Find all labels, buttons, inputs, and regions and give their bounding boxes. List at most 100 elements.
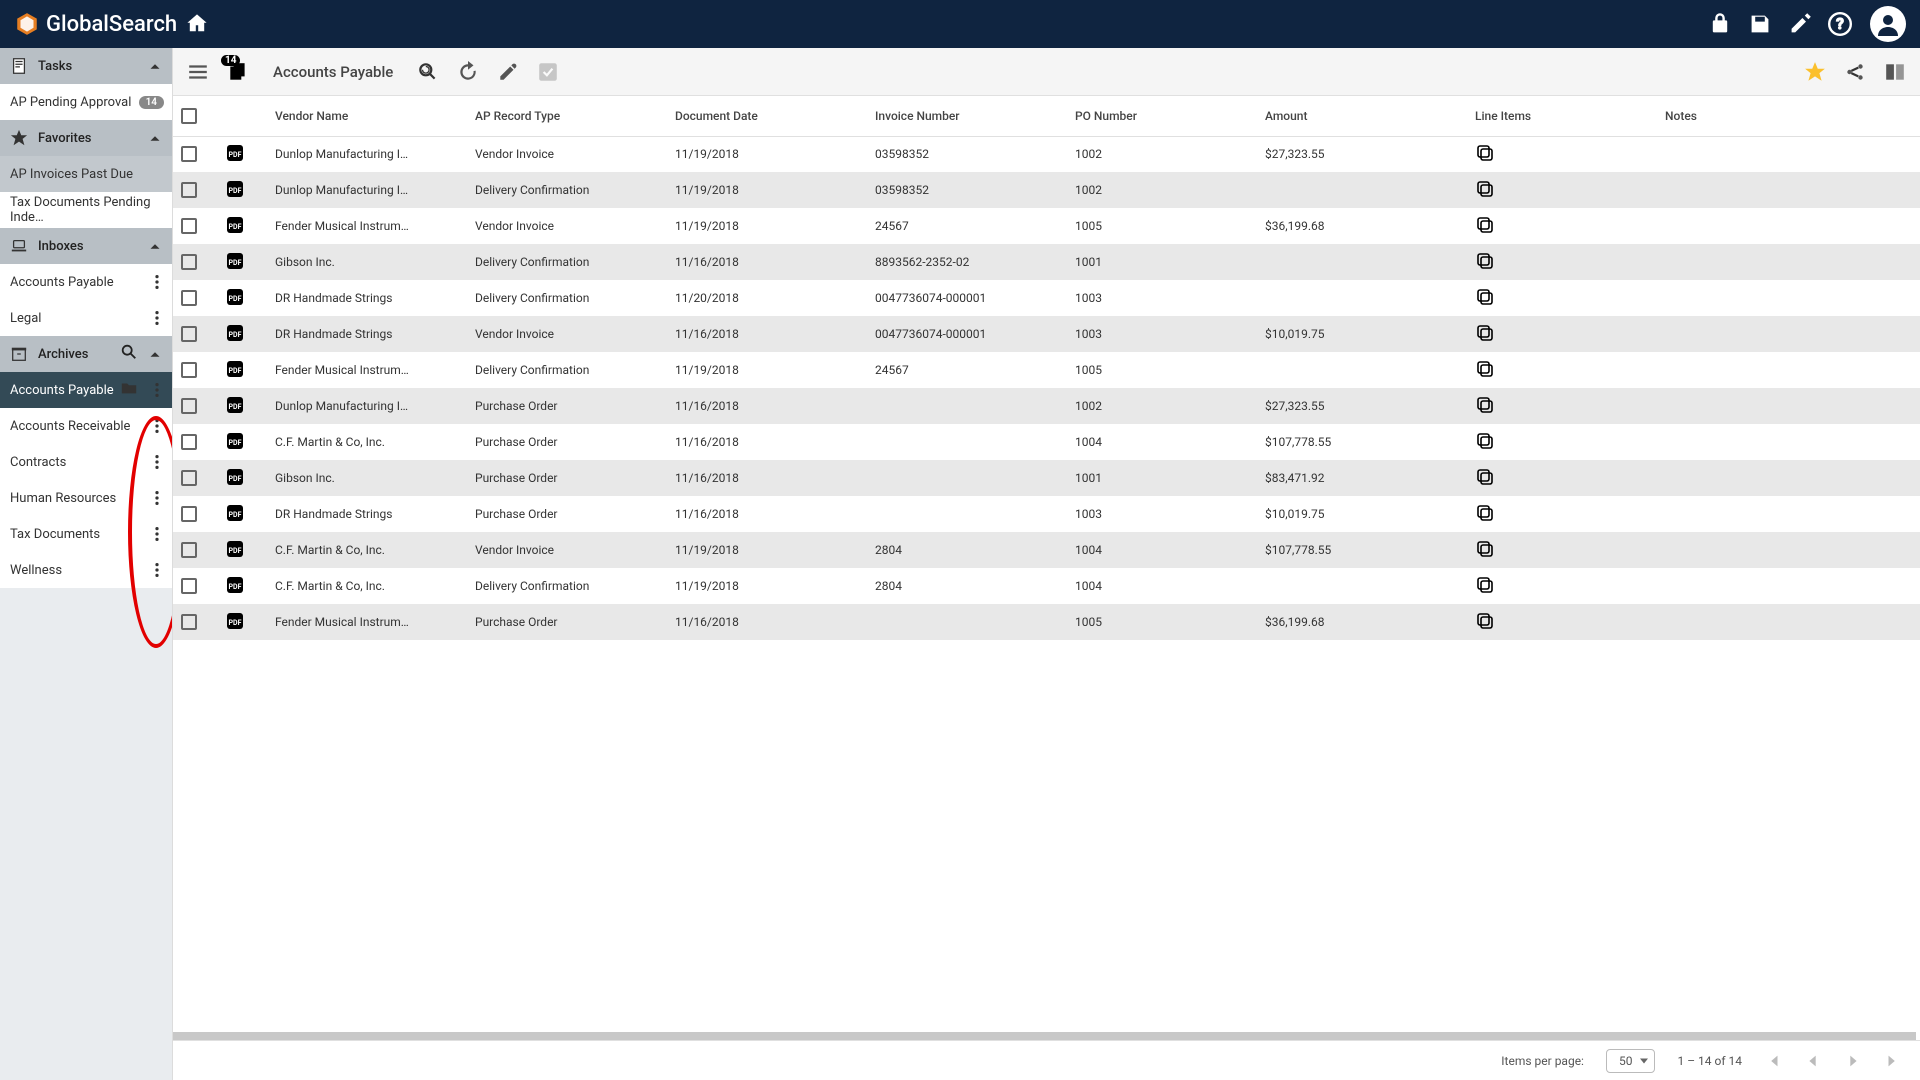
row-checkbox[interactable] <box>173 568 217 604</box>
doc-type-icon[interactable] <box>217 532 267 568</box>
row-checkbox[interactable] <box>173 136 217 172</box>
page-size-select[interactable]: 50 <box>1606 1049 1656 1073</box>
table-row[interactable]: Gibson Inc.Purchase Order11/16/20181001$… <box>173 460 1920 496</box>
columns-icon[interactable] <box>1884 61 1906 83</box>
table-row[interactable]: Fender Musical Instrum…Purchase Order11/… <box>173 604 1920 640</box>
table-row[interactable]: Gibson Inc.Delivery Confirmation11/16/20… <box>173 244 1920 280</box>
table-row[interactable]: Dunlop Manufacturing I…Vendor Invoice11/… <box>173 136 1920 172</box>
sidebar-item-inbox-legal[interactable]: Legal <box>0 300 172 336</box>
table-row[interactable]: DR Handmade StringsDelivery Confirmation… <box>173 280 1920 316</box>
table-row[interactable]: DR Handmade StringsPurchase Order11/16/2… <box>173 496 1920 532</box>
doc-type-icon[interactable] <box>217 208 267 244</box>
table-row[interactable]: C.F. Martin & Co, Inc.Delivery Confirmat… <box>173 568 1920 604</box>
row-checkbox[interactable] <box>173 388 217 424</box>
row-checkbox[interactable] <box>173 496 217 532</box>
compose-icon[interactable] <box>1788 12 1812 36</box>
cell-lines[interactable] <box>1467 460 1657 496</box>
more-icon[interactable] <box>148 453 166 471</box>
search-icon[interactable] <box>120 343 138 365</box>
sidebar-section-inboxes[interactable]: Inboxes <box>0 228 172 264</box>
sidebar-item-archive[interactable]: Human Resources <box>0 480 172 516</box>
row-checkbox[interactable] <box>173 280 217 316</box>
doc-type-icon[interactable] <box>217 388 267 424</box>
cell-lines[interactable] <box>1467 532 1657 568</box>
menu-icon[interactable] <box>187 61 209 83</box>
sidebar-item-inbox-ap[interactable]: Accounts Payable <box>0 264 172 300</box>
doc-type-icon[interactable] <box>217 424 267 460</box>
row-checkbox[interactable] <box>173 460 217 496</box>
doc-type-icon[interactable] <box>217 280 267 316</box>
row-checkbox[interactable] <box>173 352 217 388</box>
cell-lines[interactable] <box>1467 604 1657 640</box>
row-checkbox[interactable] <box>173 316 217 352</box>
more-icon[interactable] <box>148 381 166 399</box>
col-amount[interactable]: Amount <box>1257 96 1467 136</box>
favorite-icon[interactable] <box>1804 61 1826 83</box>
table-row[interactable]: Fender Musical Instrum…Vendor Invoice11/… <box>173 208 1920 244</box>
horizontal-scrollbar[interactable] <box>173 1032 1916 1040</box>
doc-type-icon[interactable] <box>217 136 267 172</box>
doc-type-icon[interactable] <box>217 352 267 388</box>
sidebar-item-archive[interactable]: Accounts Receivable <box>0 408 172 444</box>
user-avatar[interactable] <box>1870 6 1906 42</box>
col-rectype[interactable]: AP Record Type <box>467 96 667 136</box>
doc-type-icon[interactable] <box>217 568 267 604</box>
table-row[interactable]: C.F. Martin & Co, Inc.Purchase Order11/1… <box>173 424 1920 460</box>
lock-icon[interactable] <box>1708 12 1732 36</box>
doc-type-icon[interactable] <box>217 316 267 352</box>
help-icon[interactable] <box>1828 12 1852 36</box>
refresh-icon[interactable] <box>457 61 479 83</box>
edit-icon[interactable] <box>497 61 519 83</box>
doc-type-icon[interactable] <box>217 172 267 208</box>
col-lines[interactable]: Line Items <box>1467 96 1657 136</box>
row-checkbox[interactable] <box>173 604 217 640</box>
sidebar-item-ap-invoices[interactable]: AP Invoices Past Due <box>0 156 172 192</box>
doc-type-icon[interactable] <box>217 604 267 640</box>
more-icon[interactable] <box>148 417 166 435</box>
sidebar-item-archive[interactable]: Tax Documents <box>0 516 172 552</box>
cell-lines[interactable] <box>1467 136 1657 172</box>
cell-lines[interactable] <box>1467 388 1657 424</box>
doc-type-icon[interactable] <box>217 496 267 532</box>
more-icon[interactable] <box>148 489 166 507</box>
more-icon[interactable] <box>148 273 166 291</box>
multidoc-icon[interactable]: 14 <box>227 61 249 83</box>
doc-type-icon[interactable] <box>217 244 267 280</box>
sidebar-item-archive[interactable]: Wellness <box>0 552 172 588</box>
col-vendor[interactable]: Vendor Name <box>267 96 467 136</box>
table-row[interactable]: Dunlop Manufacturing I…Purchase Order11/… <box>173 388 1920 424</box>
sidebar-item-archive[interactable]: Contracts <box>0 444 172 480</box>
cell-lines[interactable] <box>1467 208 1657 244</box>
cell-lines[interactable] <box>1467 424 1657 460</box>
last-page-icon[interactable] <box>1884 1052 1902 1070</box>
sidebar-section-tasks[interactable]: Tasks <box>0 48 172 84</box>
share-icon[interactable] <box>1844 61 1866 83</box>
home-icon[interactable] <box>185 12 209 36</box>
storage-icon[interactable] <box>1748 12 1772 36</box>
table-row[interactable]: DR Handmade StringsVendor Invoice11/16/2… <box>173 316 1920 352</box>
row-checkbox[interactable] <box>173 424 217 460</box>
cell-lines[interactable] <box>1467 172 1657 208</box>
row-checkbox[interactable] <box>173 208 217 244</box>
row-checkbox[interactable] <box>173 244 217 280</box>
cell-lines[interactable] <box>1467 568 1657 604</box>
more-icon[interactable] <box>148 309 166 327</box>
row-checkbox[interactable] <box>173 172 217 208</box>
table-row[interactable]: Fender Musical Instrum…Delivery Confirma… <box>173 352 1920 388</box>
first-page-icon[interactable] <box>1764 1052 1782 1070</box>
search-refresh-icon[interactable] <box>417 61 439 83</box>
table-row[interactable]: C.F. Martin & Co, Inc.Vendor Invoice11/1… <box>173 532 1920 568</box>
col-invno[interactable]: Invoice Number <box>867 96 1067 136</box>
table-row[interactable]: Dunlop Manufacturing I…Delivery Confirma… <box>173 172 1920 208</box>
doc-type-icon[interactable] <box>217 460 267 496</box>
cell-lines[interactable] <box>1467 496 1657 532</box>
sidebar-item-archive[interactable]: Accounts Payable <box>0 372 172 408</box>
sidebar-section-favorites[interactable]: Favorites <box>0 120 172 156</box>
cell-lines[interactable] <box>1467 280 1657 316</box>
cell-lines[interactable] <box>1467 316 1657 352</box>
col-notes[interactable]: Notes <box>1657 96 1920 136</box>
sidebar-section-archives[interactable]: Archives <box>0 336 172 372</box>
cell-lines[interactable] <box>1467 244 1657 280</box>
more-icon[interactable] <box>148 525 166 543</box>
more-icon[interactable] <box>148 561 166 579</box>
